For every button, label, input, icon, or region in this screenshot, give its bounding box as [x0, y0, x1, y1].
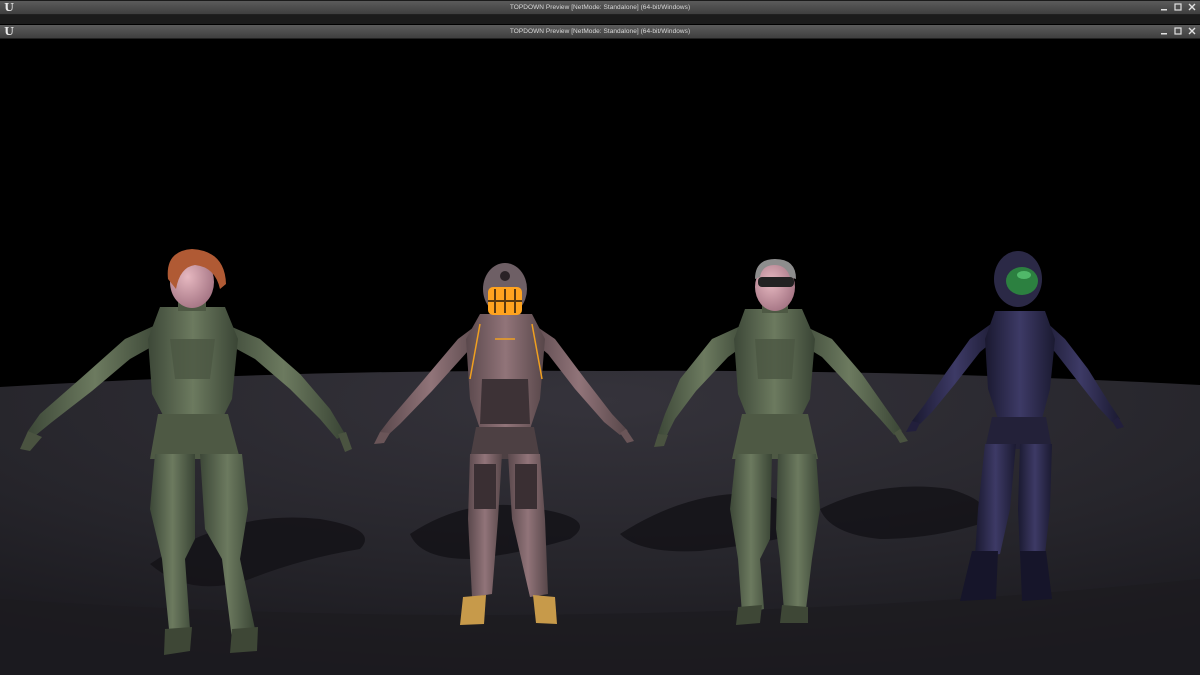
game-viewport[interactable] — [0, 39, 1200, 675]
background-window[interactable]: U TOPDOWN Preview [NetMode: Standalone] … — [0, 0, 1200, 25]
close-icon[interactable] — [1187, 26, 1197, 36]
desktop: U TOPDOWN Preview [NetMode: Standalone] … — [0, 0, 1200, 675]
scene-render — [0, 249, 1200, 675]
game-window-titlebar[interactable]: U TOPDOWN Preview [NetMode: Standalone] … — [0, 25, 1200, 39]
minimize-icon[interactable] — [1159, 2, 1169, 12]
window-title: TOPDOWN Preview [NetMode: Standalone] (6… — [509, 4, 691, 11]
close-icon[interactable] — [1187, 2, 1197, 12]
minimize-icon[interactable] — [1159, 26, 1169, 36]
maximize-icon[interactable] — [1173, 2, 1183, 12]
maximize-icon[interactable] — [1173, 26, 1183, 36]
window-title: TOPDOWN Preview [NetMode: Standalone] (6… — [509, 28, 691, 35]
window-controls — [1159, 26, 1197, 37]
game-preview-window[interactable]: U TOPDOWN Preview [NetMode: Standalone] … — [0, 24, 1200, 675]
background-window-titlebar[interactable]: U TOPDOWN Preview [NetMode: Standalone] … — [0, 1, 1200, 15]
window-controls — [1159, 2, 1197, 13]
